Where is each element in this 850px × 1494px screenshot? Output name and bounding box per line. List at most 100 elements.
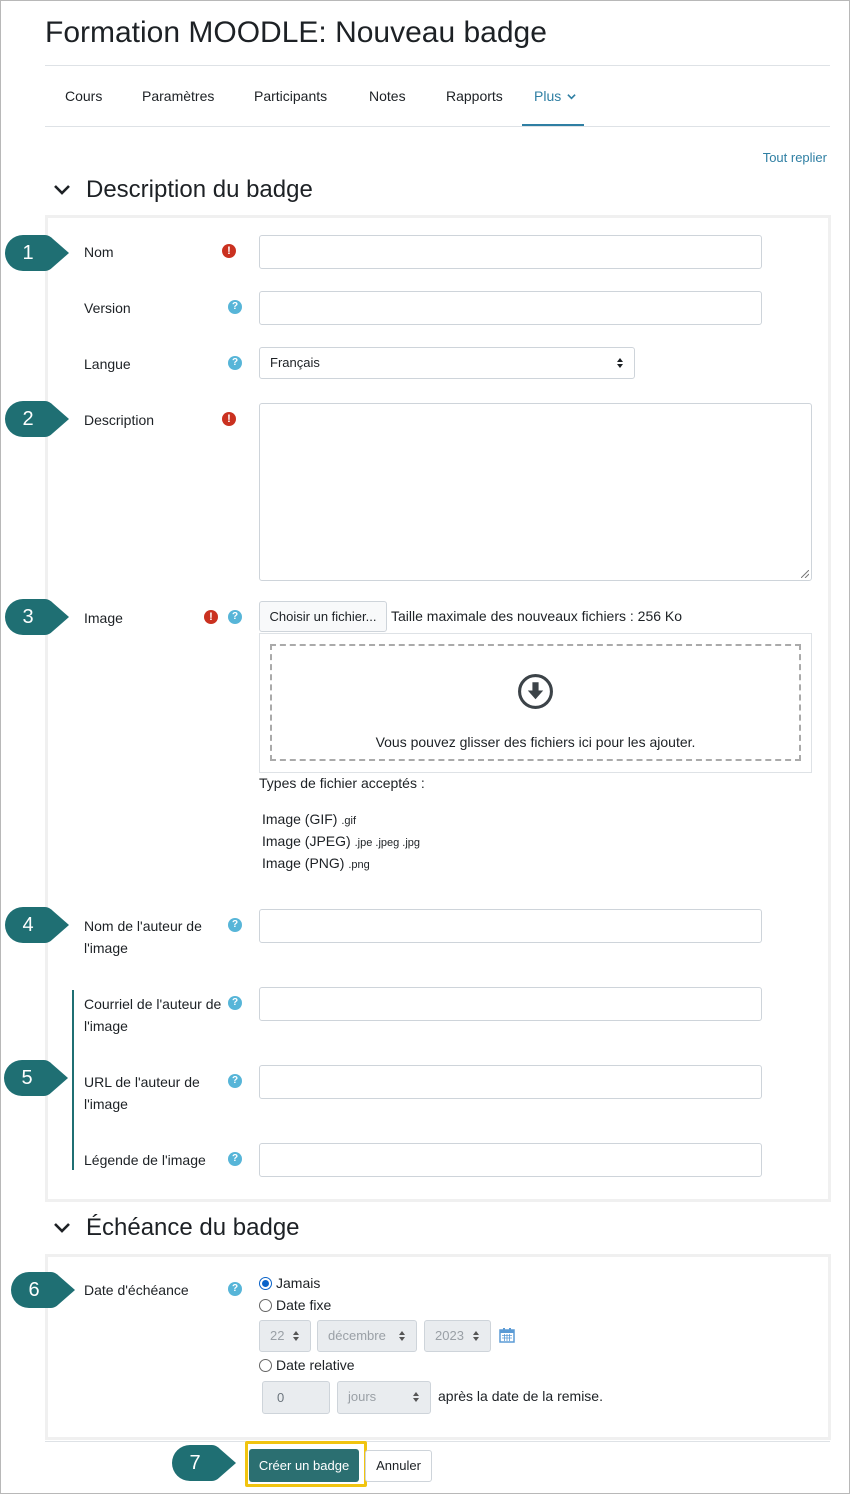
accepted-types-heading: Types de fichier acceptés : [259, 775, 425, 791]
help-icon[interactable]: ? [228, 1282, 242, 1296]
select-arrows-icon [399, 1331, 405, 1341]
label-langue: Langue [84, 356, 131, 372]
chevron-down-icon [54, 1223, 70, 1233]
type-ext: .gif [341, 815, 357, 827]
collapse-all-link[interactable]: Tout replier [763, 150, 827, 165]
nom-input[interactable] [259, 235, 762, 269]
description-textarea[interactable] [259, 403, 812, 581]
type-name: Image (JPEG) [262, 833, 351, 849]
label-caption: Légende de l'image [84, 1152, 206, 1168]
help-icon[interactable]: ? [228, 996, 242, 1010]
label-line: l'image [84, 940, 128, 956]
callout-marker: 6 [9, 1270, 79, 1310]
callout-number: 5 [21, 1067, 33, 1089]
label-image: Image [84, 610, 123, 626]
callout-number: 6 [28, 1279, 40, 1301]
label-description: Description [84, 412, 155, 428]
choose-file-button[interactable]: Choisir un fichier... [259, 601, 387, 632]
label-author-email: Courriel de l'auteur de l'image [84, 993, 221, 1037]
tab-plus[interactable]: Plus [534, 88, 576, 104]
max-file-size: Taille maximale des nouveaux fichiers : … [391, 608, 683, 624]
cancel-button[interactable]: Annuler [365, 1450, 432, 1482]
drop-instructions: Vous pouvez glisser des fichiers ici pou… [375, 734, 696, 750]
select-arrows-icon [413, 1392, 419, 1402]
accepted-type-jpeg: Image (JPEG) .jpe .jpeg .jpg [262, 833, 420, 849]
callout-marker: 7 [170, 1443, 240, 1483]
label-expiry-date: Date d'échéance [84, 1282, 189, 1298]
select-arrows-icon [473, 1331, 479, 1341]
help-icon[interactable]: ? [228, 356, 242, 370]
year-select[interactable]: 2023 [424, 1320, 491, 1352]
section-expiry-header[interactable]: Échéance du badge [52, 1214, 300, 1242]
day-select[interactable]: 22 [259, 1320, 311, 1352]
label-line: Courriel de l'auteur de [84, 996, 222, 1012]
month-select-value: décembre [328, 1328, 386, 1343]
radio-never[interactable] [259, 1277, 272, 1290]
chevron-down-icon [567, 94, 576, 100]
help-icon[interactable]: ? [228, 610, 242, 624]
type-ext: .jpe .jpeg .jpg [354, 837, 421, 849]
langue-select[interactable]: Français [259, 347, 635, 379]
accepted-type-png: Image (PNG) .png [262, 855, 370, 871]
radio-never-label[interactable]: Jamais [276, 1275, 320, 1291]
label-line: URL de l'auteur de [84, 1074, 200, 1090]
label-version: Version [84, 300, 131, 316]
required-icon: ! [222, 412, 236, 426]
radio-relative-date-label[interactable]: Date relative [276, 1357, 355, 1373]
callout-number: 3 [22, 606, 34, 628]
author-url-input[interactable] [259, 1065, 762, 1099]
callout-number: 1 [22, 242, 34, 264]
nav-divider-bottom [45, 126, 830, 127]
callout-marker: 3 [3, 597, 73, 637]
callout-number: 4 [22, 914, 34, 936]
relative-suffix: après la date de la remise. [438, 1388, 603, 1404]
relative-unit-select[interactable]: jours [337, 1381, 431, 1414]
callout-group-bar [72, 990, 74, 1170]
author-email-input[interactable] [259, 987, 762, 1021]
section-description-header[interactable]: Description du badge [52, 176, 313, 204]
page-title: Formation MOODLE: Nouveau badge [45, 16, 547, 49]
required-icon: ! [222, 244, 236, 258]
caption-input[interactable] [259, 1143, 762, 1177]
chevron-down-icon [54, 185, 70, 195]
type-ext: .png [348, 859, 370, 871]
author-name-input[interactable] [259, 909, 762, 943]
radio-fixed-date-label[interactable]: Date fixe [276, 1297, 331, 1313]
resize-handle-icon[interactable] [801, 570, 809, 578]
help-icon[interactable]: ? [228, 300, 242, 314]
type-name: Image (PNG) [262, 855, 345, 871]
section-description-title: Description du badge [86, 176, 313, 203]
callout-marker: 4 [3, 905, 73, 945]
tab-participants[interactable]: Participants [254, 88, 327, 104]
tab-cours[interactable]: Cours [65, 88, 102, 104]
select-arrows-icon [293, 1331, 299, 1341]
section-expiry-title: Échéance du badge [86, 1214, 300, 1241]
label-author-name: Nom de l'auteur de l'image [84, 915, 202, 959]
help-icon[interactable]: ? [228, 1074, 242, 1088]
form-footer-divider [45, 1441, 830, 1442]
radio-fixed-date[interactable] [259, 1299, 272, 1312]
label-line: Nom de l'auteur de [84, 918, 202, 934]
relative-unit-value: jours [348, 1389, 377, 1404]
create-badge-button[interactable]: Créer un badge [249, 1449, 359, 1482]
relative-number-input[interactable]: 0 [262, 1381, 330, 1414]
callout-number: 2 [22, 408, 34, 430]
tab-notes[interactable]: Notes [369, 88, 406, 104]
radio-relative-date[interactable] [259, 1359, 272, 1372]
label-author-url: URL de l'auteur de l'image [84, 1071, 200, 1115]
calendar-icon[interactable] [499, 1327, 515, 1343]
callout-marker: 2 [3, 399, 73, 439]
tab-rapports[interactable]: Rapports [446, 88, 503, 104]
tab-parametres[interactable]: Paramètres [142, 88, 214, 104]
tab-plus-label: Plus [534, 88, 562, 104]
callout-marker: 1 [3, 233, 73, 273]
accepted-type-gif: Image (GIF) .gif [262, 811, 356, 827]
month-select[interactable]: décembre [317, 1320, 417, 1352]
required-icon: ! [204, 610, 218, 624]
help-icon[interactable]: ? [228, 1152, 242, 1166]
version-input[interactable] [259, 291, 762, 325]
help-icon[interactable]: ? [228, 918, 242, 932]
label-line: l'image [84, 1018, 128, 1034]
year-select-value: 2023 [435, 1328, 464, 1343]
nav-divider-top [45, 65, 830, 66]
